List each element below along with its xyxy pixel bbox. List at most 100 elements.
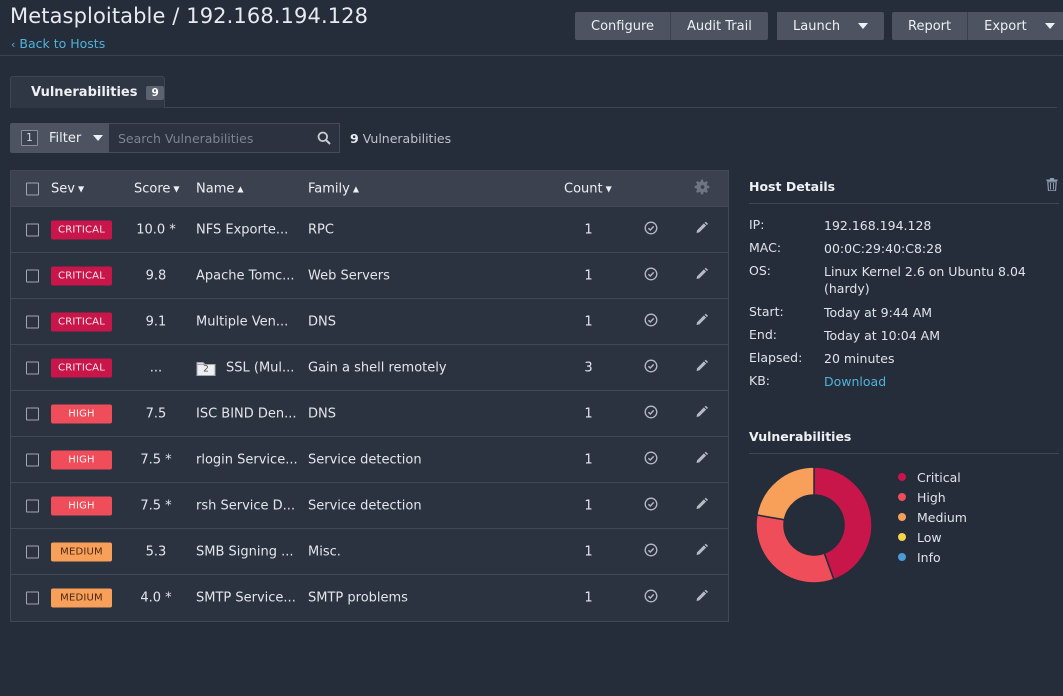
severity-badge: HIGH [51,450,112,469]
vulnerability-count: 1 [584,498,593,513]
check-circle-icon[interactable] [644,405,658,423]
pencil-icon[interactable] [695,221,708,238]
check-circle-icon[interactable] [644,313,658,331]
pencil-icon[interactable] [695,267,708,284]
filter-button[interactable]: 1 Filter [10,123,109,153]
vulnerability-name-text: SMB Signing ... [196,544,294,559]
vulnerability-name[interactable]: SMB Signing ... [196,544,294,559]
legend-item: Low [898,527,967,547]
vulnerability-name[interactable]: 2 SSL (Mul... [196,359,294,376]
check-circle-icon[interactable] [644,451,658,469]
mac-value: 00:0C:29:40:C8:28 [824,241,943,256]
audit-trail-button[interactable]: Audit Trail [670,12,768,40]
pencil-icon[interactable] [695,497,708,514]
legend-dot [898,533,906,541]
back-to-hosts-link[interactable]: ‹ Back to Hosts [11,36,105,51]
vulnerability-name[interactable]: NFS Exporte... [196,222,288,237]
pencil-icon[interactable] [695,313,708,330]
table-row[interactable]: CRITICAL 10.0 * NFS Exporte... RPC 1 [11,207,728,253]
pencil-icon[interactable] [695,589,708,607]
row-checkbox[interactable] [26,453,39,466]
launch-label: Launch [793,18,841,34]
table-row[interactable]: CRITICAL... 2 SSL (Mul... Gain a shell remo… [11,345,728,391]
column-sev[interactable]: Sev ▼ [51,181,84,196]
column-score[interactable]: Score ▼ [134,181,180,196]
tab-vulnerabilities[interactable]: Vulnerabilities 9 [10,76,165,108]
row-checkbox[interactable] [26,361,39,374]
row-checkbox[interactable] [26,499,39,512]
vulnerability-name[interactable]: Multiple Ven... [196,314,288,329]
vulnerability-name[interactable]: rsh Service D... [196,498,295,513]
column-count-label: Count [564,181,603,196]
legend-label: Critical [917,469,961,485]
column-name[interactable]: Name ▲ [196,181,244,196]
sort-asc-icon: ▲ [237,184,244,193]
check-circle-icon[interactable] [644,267,658,285]
row-checkbox[interactable] [26,407,39,420]
table-body: CRITICAL 10.0 * NFS Exporte... RPC 1 CRITICAL… [11,207,728,621]
column-count[interactable]: Count ▼ [564,181,612,196]
check-circle-icon[interactable] [644,543,658,561]
vulnerability-count: 1 [584,590,593,606]
filter-label: Filter [49,130,82,146]
score-value: 4.0 * [140,590,172,606]
table-row[interactable]: HIGH 7.5 * rsh Service D... Service detecti… [11,483,728,529]
select-all-checkbox[interactable] [26,182,39,195]
vulnerability-name[interactable]: rlogin Service... [196,452,298,467]
vulnerability-name[interactable]: ISC BIND Den... [196,406,297,421]
row-checkbox[interactable] [26,223,39,236]
vulnerability-count: 3 [584,360,593,375]
launch-button[interactable]: Launch [777,12,885,40]
legend-label: Low [917,529,942,545]
check-circle-icon[interactable] [644,589,658,607]
vulnerability-count: 1 [584,406,593,421]
sort-desc-icon: ▼ [77,184,85,193]
vulnerability-name[interactable]: SMTP Service... [196,591,296,606]
table-row[interactable]: CRITICAL 9.8 Apache Tomc... Web Servers 1 [11,253,728,299]
donut-slice-high[interactable] [755,514,835,584]
vulnerability-family: DNS [308,406,336,421]
os-value: Linux Kernel 2.6 on Ubuntu 8.04 (hardy) [824,264,1026,296]
row-checkbox[interactable] [26,545,39,558]
pencil-icon[interactable] [695,543,708,560]
configure-button[interactable]: Configure [575,12,671,40]
check-circle-icon[interactable] [644,221,658,239]
row-checkbox[interactable] [26,269,39,282]
vulnerability-name-text: rsh Service D... [196,498,296,513]
vulnerability-family: Web Servers [308,268,390,283]
score-value: 9.8 [145,268,167,283]
severity-donut-chart [755,466,873,584]
table-row[interactable]: HIGH 7.5 ISC BIND Den... DNS 1 [11,391,728,437]
search-input[interactable] [109,124,309,152]
vulnerability-name-text: Apache Tomc... [196,268,295,283]
severity-badge: CRITICAL [51,312,112,331]
vulnerability-count: 1 [584,268,593,283]
report-button[interactable]: Report [892,12,968,40]
pencil-icon[interactable] [695,405,708,422]
check-circle-icon[interactable] [644,359,658,377]
trash-icon[interactable] [1046,178,1058,195]
check-circle-icon[interactable] [644,497,658,515]
table-row[interactable]: MEDIUM 5.3 SMB Signing ... Misc. 1 [11,529,728,575]
vulnerability-family: DNS [308,314,336,329]
ip-value: 192.168.194.128 [824,218,932,233]
search-icon[interactable] [309,131,339,145]
row-checkbox[interactable] [26,315,39,328]
vulnerabilities-chart-title: Vulnerabilities [749,429,852,444]
column-settings-gear-icon[interactable] [694,178,711,199]
vulnerability-name-text: ISC BIND Den... [196,406,297,421]
pencil-icon[interactable] [695,359,708,376]
table-row[interactable]: CRITICAL 9.1 Multiple Ven... DNS 1 [11,299,728,345]
column-family[interactable]: Family ▲ [308,181,359,196]
host-details-divider [749,203,1059,204]
table-row[interactable]: HIGH 7.5 * rlogin Service... Service detect… [11,437,728,483]
legend-label: Info [917,549,941,565]
export-button[interactable]: Export [967,12,1063,40]
kb-download-link[interactable]: Download [824,373,1054,390]
pencil-icon[interactable] [695,451,708,468]
row-checkbox[interactable] [26,591,39,605]
table-row[interactable]: MEDIUM 4.0 * SMTP Service... SMTP problems 1 [11,575,728,621]
donut-slice-medium[interactable] [756,466,815,521]
vulnerability-name[interactable]: Apache Tomc... [196,268,295,283]
sort-asc-icon: ▲ [352,184,359,193]
